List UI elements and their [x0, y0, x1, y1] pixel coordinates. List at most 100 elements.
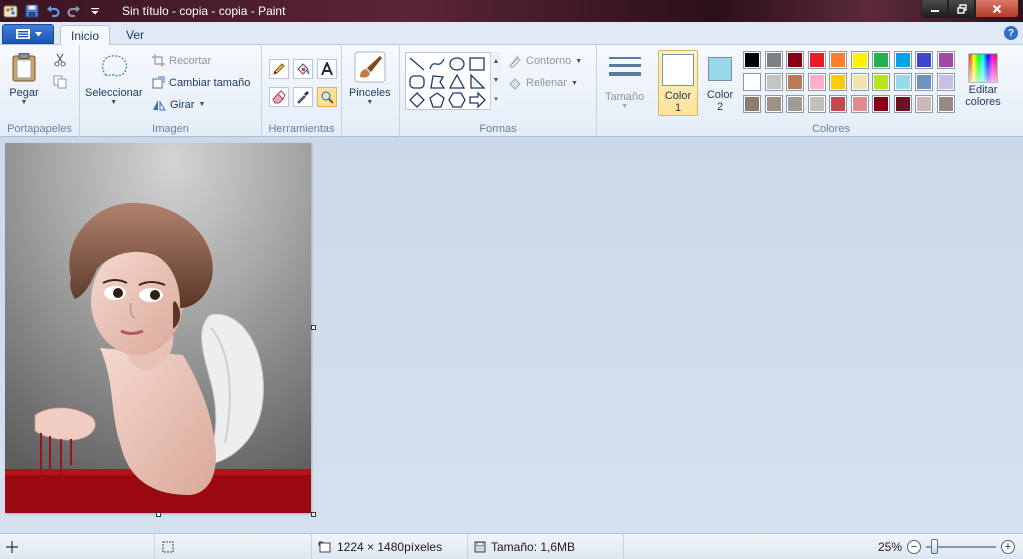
fill-button[interactable]: Rellenar ▼ — [508, 76, 578, 90]
palette-swatch[interactable] — [743, 95, 761, 113]
resize-icon — [152, 76, 165, 89]
palette-swatch[interactable] — [807, 51, 826, 69]
brushes-button[interactable]: Pinceles ▼ — [349, 51, 391, 106]
color-picker-tool[interactable] — [293, 87, 313, 107]
tab-ver[interactable]: Ver — [116, 25, 154, 46]
palette-swatch[interactable] — [872, 73, 890, 91]
palette-swatch[interactable] — [850, 73, 869, 91]
right-triangle-shape-icon[interactable] — [468, 73, 486, 91]
palette-swatch[interactable] — [807, 73, 826, 91]
polygon-shape-icon[interactable] — [428, 73, 446, 91]
palette-swatch[interactable] — [872, 51, 890, 69]
paint-menu-button[interactable] — [2, 24, 54, 44]
zoom-slider-thumb[interactable] — [931, 539, 938, 554]
zoom-in-icon[interactable]: + — [1001, 540, 1015, 554]
palette-swatch[interactable] — [829, 73, 847, 91]
text-tool[interactable] — [317, 59, 337, 79]
palette-swatch[interactable] — [893, 51, 912, 69]
palette-swatch[interactable] — [764, 51, 783, 69]
outline-button[interactable]: Contorno ▼ — [508, 54, 582, 68]
scroll-down-icon[interactable]: ▼ — [491, 71, 501, 90]
cut-button[interactable] — [53, 53, 67, 67]
size-button[interactable]: Tamaño ▼ — [605, 53, 644, 110]
curve-shape-icon[interactable] — [428, 55, 446, 73]
palette-swatch[interactable] — [936, 95, 955, 113]
diamond-shape-icon[interactable] — [408, 91, 426, 109]
palette-swatch[interactable] — [829, 95, 847, 113]
palette-swatch[interactable] — [850, 51, 869, 69]
resize-button[interactable]: Cambiar tamaño — [152, 76, 250, 89]
tab-inicio[interactable]: Inicio — [60, 25, 111, 46]
hexagon-shape-icon[interactable] — [448, 91, 466, 109]
palette-swatch[interactable] — [743, 51, 761, 69]
ribbon: Pegar ▼ Portapapeles Seleccionar ▼ Recor… — [0, 45, 1023, 137]
palette-swatch[interactable] — [936, 51, 955, 69]
line-shape-icon[interactable] — [408, 55, 426, 73]
fill-bucket-icon — [509, 78, 521, 90]
oval-shape-icon[interactable] — [448, 55, 466, 73]
close-button[interactable] — [975, 0, 1019, 18]
palette-swatch[interactable] — [915, 73, 933, 91]
paste-button[interactable]: Pegar ▼ — [8, 51, 40, 106]
resize-handle-right[interactable] — [311, 325, 316, 330]
pencil-tool[interactable] — [269, 59, 289, 79]
quick-access-toolbar — [0, 0, 104, 22]
palette-swatch[interactable] — [872, 95, 890, 113]
palette-swatch[interactable] — [786, 73, 804, 91]
palette-swatch[interactable] — [743, 73, 761, 91]
palette-swatch[interactable] — [764, 95, 783, 113]
zoom-out-icon[interactable]: − — [907, 540, 921, 554]
palette-swatch[interactable] — [829, 51, 847, 69]
customize-toolbar-icon[interactable] — [86, 2, 104, 20]
restore-button[interactable] — [948, 0, 975, 18]
rectangle-shape-icon[interactable] — [468, 55, 486, 73]
pentagon-shape-icon[interactable] — [428, 91, 446, 109]
palette-swatch[interactable] — [893, 95, 912, 113]
file-size-text: Tamaño: 1,6MB — [491, 540, 576, 554]
canvas-workspace[interactable] — [0, 137, 1023, 533]
select-button[interactable]: Seleccionar ▼ — [85, 51, 142, 106]
fill-tool[interactable] — [293, 59, 313, 79]
palette-swatch[interactable] — [786, 95, 804, 113]
selection-size-icon — [162, 541, 174, 553]
crop-button[interactable]: Recortar — [152, 54, 211, 67]
group-label-image: Imagen — [152, 123, 189, 135]
resize-handle-corner[interactable] — [311, 512, 316, 517]
status-file-size: Tamaño: 1,6MB — [468, 534, 624, 559]
eraser-tool[interactable] — [269, 87, 289, 107]
resize-handle-bottom[interactable] — [156, 512, 161, 517]
rotate-button[interactable]: Girar ▼ — [152, 98, 205, 111]
magnifier-tool[interactable] — [317, 87, 337, 107]
copy-button[interactable] — [53, 75, 67, 89]
palette-swatch[interactable] — [915, 51, 933, 69]
palette-swatch[interactable] — [936, 73, 955, 91]
edit-colors-button[interactable]: Editar colores — [961, 50, 1005, 116]
help-icon[interactable]: ? — [1004, 26, 1018, 40]
minimize-button[interactable] — [921, 0, 948, 18]
pencil-icon — [273, 63, 285, 75]
edit-colors-label-2: colores — [965, 96, 1001, 108]
save-icon[interactable] — [23, 2, 41, 20]
window-title: Sin título - copia - copia - Paint — [122, 4, 286, 18]
color1-button[interactable]: Color 1 — [658, 50, 698, 116]
redo-icon[interactable] — [65, 2, 83, 20]
group-image: Seleccionar ▼ Recortar Cambiar tamaño Gi… — [80, 45, 262, 137]
palette-swatch[interactable] — [915, 95, 933, 113]
color2-button[interactable]: Color 2 — [702, 50, 738, 116]
palette-swatch[interactable] — [786, 51, 804, 69]
rounded-rectangle-shape-icon[interactable] — [408, 73, 426, 91]
undo-icon[interactable] — [44, 2, 62, 20]
paint-app-icon[interactable] — [2, 2, 20, 20]
arrow-shape-icon[interactable] — [468, 91, 486, 109]
triangle-shape-icon[interactable] — [448, 73, 466, 91]
expand-gallery-icon[interactable]: ▾ — [491, 90, 501, 109]
palette-swatch[interactable] — [764, 73, 783, 91]
palette-swatch[interactable] — [807, 95, 826, 113]
scroll-up-icon[interactable]: ▲ — [491, 52, 501, 71]
zoom-slider[interactable] — [926, 539, 996, 554]
palette-swatch[interactable] — [893, 73, 912, 91]
shapes-scrollbar[interactable]: ▲ ▼ ▾ — [490, 52, 501, 110]
drawing-canvas[interactable] — [5, 143, 311, 513]
outline-icon — [509, 55, 521, 68]
palette-swatch[interactable] — [850, 95, 869, 113]
